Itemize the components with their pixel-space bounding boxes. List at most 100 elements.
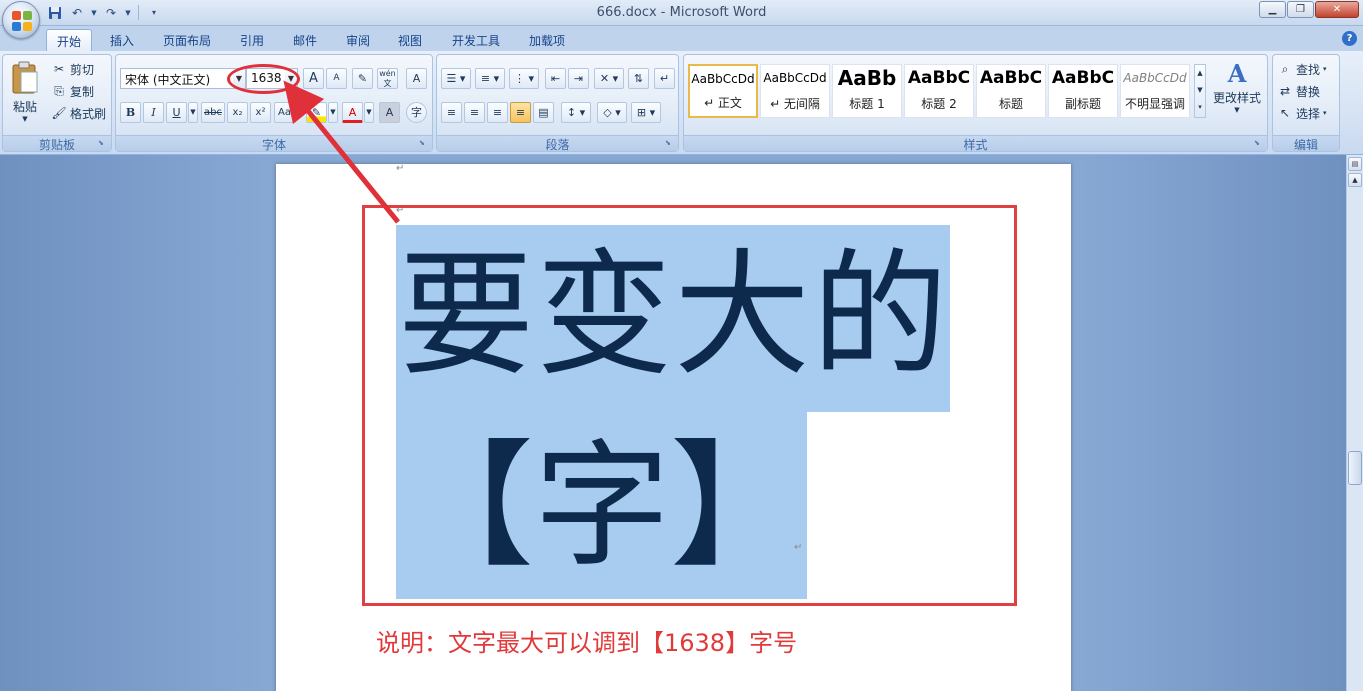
tab-addins[interactable]: 加载项 <box>518 29 576 51</box>
window-title: 666.docx - Microsoft Word <box>596 5 767 20</box>
font-color-dropdown-icon[interactable]: ▼ <box>364 102 374 123</box>
replace-button[interactable]: ⇄ 替换 <box>1277 81 1320 101</box>
highlight-icon[interactable]: ✎ <box>306 102 327 123</box>
borders-icon[interactable]: ⊞ ▾ <box>631 102 661 123</box>
tab-developer[interactable]: 开发工具 <box>442 29 510 51</box>
char-border-button[interactable]: A <box>406 68 427 89</box>
help-icon[interactable]: ? <box>1342 31 1357 46</box>
find-label: 查找 <box>1296 62 1321 77</box>
shrink-font-button[interactable]: A <box>326 68 347 89</box>
justify-icon[interactable]: ≡ <box>510 102 531 123</box>
numbering-icon[interactable]: ≡ ▾ <box>475 68 505 89</box>
copy-button[interactable]: ⎘ 复制 <box>51 81 94 101</box>
paragraph-group: ☰ ▾ ≡ ▾ ⋮ ▾ ⇤ ⇥ ✕ ▾ ⇅ ↵ ≡ ≡ ≡ ≡ ▤ ↕ ▾ ◇ … <box>436 54 679 152</box>
enclose-char-icon[interactable]: 字 <box>406 102 427 123</box>
clipboard-group: 粘贴 ▼ ✂ 剪切 ⎘ 复制 🖌 格式刷 剪贴板 ⬊ <box>2 54 112 152</box>
font-color-button[interactable]: A <box>342 102 363 123</box>
bullets-icon[interactable]: ☰ ▾ <box>441 68 471 89</box>
clipboard-group-label: 剪贴板 <box>3 135 111 152</box>
align-right-icon[interactable]: ≡ <box>487 102 508 123</box>
style-heading-1[interactable]: AaBb 标题 1 <box>832 64 902 118</box>
scroll-up-icon[interactable]: ▲ <box>1348 173 1362 187</box>
sort-icon[interactable]: ⇅ <box>628 68 649 89</box>
caption-text: 说明：文字最大可以调到【1638】字号 <box>376 629 798 657</box>
bold-button[interactable]: B <box>120 102 141 123</box>
grow-font-button[interactable]: A <box>303 68 324 89</box>
cut-button[interactable]: ✂ 剪切 <box>51 59 94 79</box>
find-dropdown-icon: ▾ <box>1323 65 1327 73</box>
tab-insert[interactable]: 插入 <box>100 29 144 51</box>
strikethrough-button[interactable]: abc <box>201 102 225 123</box>
show-marks-icon[interactable]: ↵ <box>654 68 675 89</box>
asian-layout-icon[interactable]: ✕ ▾ <box>594 68 624 89</box>
editing-group: ⌕ 查找 ▾ ⇄ 替换 ↖ 选择 ▾ 编辑 <box>1272 54 1340 152</box>
style-subtitle[interactable]: AaBbC 副标题 <box>1048 64 1118 118</box>
cursor-icon: ↖ <box>1279 106 1291 120</box>
increase-indent-icon[interactable]: ⇥ <box>568 68 589 89</box>
highlight-dropdown-icon[interactable]: ▼ <box>328 102 338 123</box>
format-painter-button[interactable]: 🖌 格式刷 <box>51 103 106 123</box>
find-button[interactable]: ⌕ 查找 ▾ <box>1277 59 1327 79</box>
tab-view[interactable]: 视图 <box>388 29 432 51</box>
tab-references[interactable]: 引用 <box>230 29 274 51</box>
styles-launcher-icon[interactable]: ⬊ <box>1254 139 1263 148</box>
cut-label: 剪切 <box>70 62 95 77</box>
maximize-button[interactable]: ❐ <box>1287 1 1314 18</box>
select-label: 选择 <box>1296 106 1321 121</box>
tab-home[interactable]: 开始 <box>46 29 92 51</box>
shading-icon[interactable]: ◇ ▾ <box>597 102 627 123</box>
distributed-icon[interactable]: ▤ <box>533 102 554 123</box>
minimize-button[interactable]: ▁ <box>1259 1 1286 18</box>
vertical-scrollbar[interactable]: ▤ ▲ <box>1346 155 1363 691</box>
editing-group-label: 编辑 <box>1273 135 1339 152</box>
tab-review[interactable]: 审阅 <box>336 29 380 51</box>
change-styles-label: 更改样式 <box>1212 91 1261 105</box>
align-center-icon[interactable]: ≡ <box>464 102 485 123</box>
font-name-value: 宋体 (中文正文) <box>125 73 211 87</box>
paste-icon <box>12 61 38 94</box>
paste-button[interactable]: 粘贴 ▼ <box>7 59 43 129</box>
line-spacing-icon[interactable]: ↕ ▾ <box>561 102 591 123</box>
multilevel-list-icon[interactable]: ⋮ ▾ <box>509 68 539 89</box>
title-bar: ↶ ▼ ↷ ▼ ▾ 666.docx - Microsoft Word ▁ ❐ … <box>0 0 1363 26</box>
style-heading-2[interactable]: AaBbC 标题 2 <box>904 64 974 118</box>
styles-group: AaBbCcDd ↵ 正文 AaBbCcDd ↵ 无间隔 AaBb 标题 1 A… <box>683 54 1268 152</box>
subscript-button[interactable]: x₂ <box>227 102 248 123</box>
change-styles-button[interactable]: A 更改样式 ▼ <box>1210 59 1264 129</box>
ribbon: 粘贴 ▼ ✂ 剪切 ⎘ 复制 🖌 格式刷 剪贴板 ⬊ 宋体 (中文正文) ▼ 1… <box>0 51 1363 155</box>
align-left-icon[interactable]: ≡ <box>441 102 462 123</box>
select-dropdown-icon: ▾ <box>1323 109 1327 117</box>
paste-dropdown-icon[interactable]: ▼ <box>7 115 43 123</box>
italic-button[interactable]: I <box>143 102 164 123</box>
superscript-button[interactable]: x² <box>250 102 271 123</box>
change-case-button[interactable]: Aa <box>274 102 295 123</box>
style-normal[interactable]: AaBbCcDd ↵ 正文 <box>688 64 758 118</box>
font-launcher-icon[interactable]: ⬊ <box>419 139 428 148</box>
tab-mailings[interactable]: 邮件 <box>283 29 327 51</box>
close-button[interactable]: ✕ <box>1315 1 1359 18</box>
decrease-indent-icon[interactable]: ⇤ <box>545 68 566 89</box>
ruler-toggle-icon[interactable]: ▤ <box>1348 157 1362 171</box>
select-button[interactable]: ↖ 选择 ▾ <box>1277 103 1327 123</box>
clipboard-launcher-icon[interactable]: ⬊ <box>98 139 107 148</box>
styles-group-label: 样式 <box>684 135 1267 152</box>
underline-dropdown-icon[interactable]: ▼ <box>188 102 198 123</box>
office-button[interactable] <box>2 1 40 39</box>
style-subtle-emphasis[interactable]: AaBbCcDd 不明显强调 <box>1120 64 1190 118</box>
char-shading-button[interactable]: A <box>379 102 400 123</box>
style-title[interactable]: AaBbC 标题 <box>976 64 1046 118</box>
paragraph-launcher-icon[interactable]: ⬊ <box>665 139 674 148</box>
scissors-icon: ✂ <box>53 62 65 76</box>
phonetic-guide-button[interactable]: wén 文 <box>377 68 398 89</box>
window-controls: ▁ ❐ ✕ <box>1259 1 1359 18</box>
clear-format-icon[interactable]: ✎ <box>352 68 373 89</box>
format-painter-label: 格式刷 <box>70 106 107 121</box>
scroll-thumb[interactable] <box>1348 451 1362 485</box>
office-logo-icon <box>12 11 32 31</box>
underline-button[interactable]: U <box>166 102 187 123</box>
styles-gallery-scroll[interactable]: ▲ ▼ ▾ <box>1194 64 1206 118</box>
brush-icon: 🖌 <box>51 106 67 120</box>
style-no-spacing[interactable]: AaBbCcDd ↵ 无间隔 <box>760 64 830 118</box>
tab-page-layout[interactable]: 页面布局 <box>152 29 222 51</box>
binoculars-icon: ⌕ <box>1281 62 1289 76</box>
